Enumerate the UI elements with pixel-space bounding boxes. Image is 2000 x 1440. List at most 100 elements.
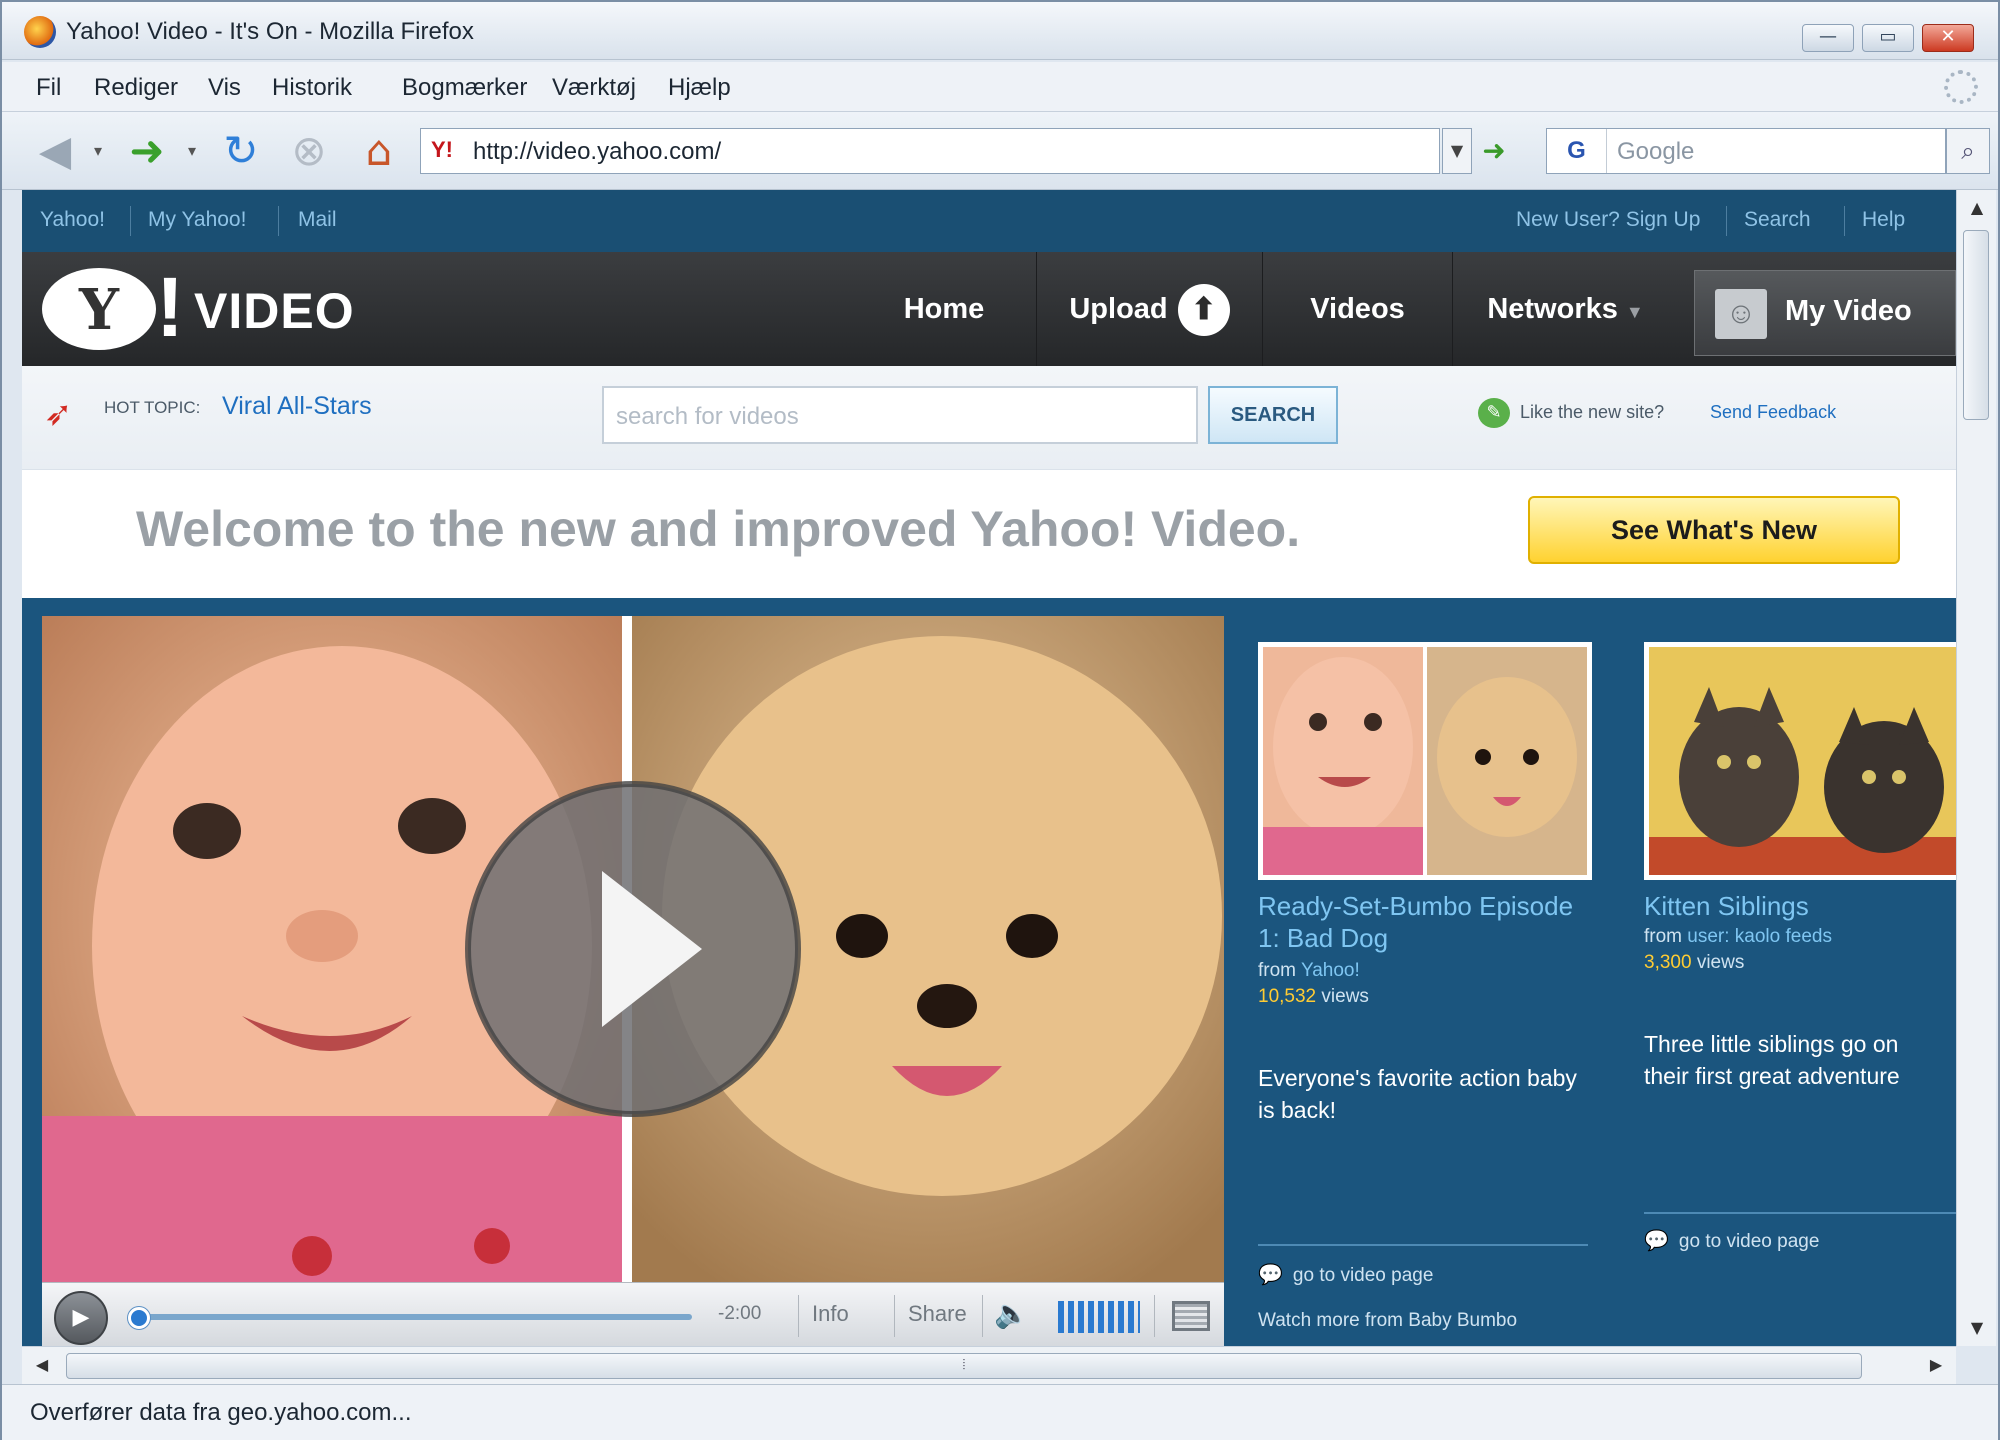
close-button[interactable]: ✕ (1922, 24, 1974, 52)
separator (1844, 206, 1845, 236)
go-to-video-page-link[interactable]: 💬 go to video page (1644, 1228, 1819, 1253)
featured-title-link[interactable]: Kitten Siblings (1644, 890, 1944, 922)
back-history-dropdown-icon[interactable]: ▾ (88, 128, 108, 174)
featured-title-link[interactable]: Ready-Set-Bumbo Episode 1: Bad Dog (1258, 890, 1588, 954)
nav-my-video-label: My Video (1785, 295, 1912, 327)
separator (1154, 1295, 1155, 1337)
progress-track[interactable] (132, 1314, 692, 1320)
info-button[interactable]: Info (812, 1301, 849, 1327)
address-bar[interactable]: Y! http://video.yahoo.com/ (420, 128, 1440, 174)
nav-networks[interactable]: Networks ▼ (1452, 252, 1678, 366)
scroll-down-arrow-icon[interactable]: ▼ (1957, 1310, 1997, 1346)
scroll-left-arrow-icon[interactable]: ◀ (22, 1347, 62, 1383)
reload-icon[interactable]: ↻ (214, 128, 268, 174)
fullscreen-icon[interactable] (1172, 1301, 1210, 1331)
upload-arrow-icon: ⬆ (1177, 284, 1230, 337)
yahoo-utility-bar: Yahoo! My Yahoo! Mail New User? Sign Up … (22, 190, 1956, 252)
menu-bookmarks[interactable]: Bogmærker (402, 74, 527, 102)
from-label: from (1258, 960, 1296, 981)
address-text[interactable]: http://video.yahoo.com/ (473, 138, 721, 166)
volume-slider[interactable] (1058, 1301, 1140, 1333)
watch-more-link[interactable]: Watch more from Baby Bumbo (1258, 1310, 1517, 1332)
separator (798, 1295, 799, 1337)
bumbo-thumbnail-image (1263, 647, 1587, 875)
menu-view[interactable]: Vis (208, 74, 241, 102)
address-history-dropdown-icon[interactable]: ▼ (1442, 128, 1472, 174)
go-arrow-icon[interactable]: ➜ (1476, 128, 1512, 174)
home-icon[interactable]: ⌂ (352, 128, 406, 174)
featured-description: Three little siblings go on their first … (1644, 1031, 1900, 1089)
yahoo-help-link[interactable]: Help (1862, 208, 1905, 232)
video-player[interactable]: ▶ -2:00 Info Share 🔈 (42, 616, 1224, 1346)
featured-source: from user: kaolo feeds (1644, 924, 1832, 950)
magnifier-search-icon[interactable]: ⌕ (1946, 128, 1990, 174)
horizontal-scroll-thumb[interactable]: ⦙ (66, 1353, 1862, 1379)
views-label: views (1696, 952, 1745, 973)
progress-scrubber[interactable] (128, 1307, 150, 1329)
go-to-video-page-link[interactable]: 💬 go to video page (1258, 1262, 1433, 1287)
my-yahoo-link[interactable]: My Yahoo! (148, 208, 246, 232)
activity-throbber-icon (1944, 70, 1978, 104)
back-arrow-icon[interactable]: ◀ (30, 128, 80, 174)
nav-videos[interactable]: Videos (1262, 252, 1452, 366)
send-feedback-link[interactable]: Send Feedback (1710, 402, 1836, 423)
yahoo-home-link[interactable]: Yahoo! (40, 208, 105, 232)
time-remaining: -2:00 (718, 1303, 762, 1324)
sign-up-link[interactable]: New User? Sign Up (1516, 208, 1700, 232)
maximize-button[interactable]: ▭ (1862, 24, 1914, 52)
chili-pepper-icon: ➶ (44, 394, 73, 434)
minimize-button[interactable]: — (1802, 24, 1854, 52)
nav-my-video[interactable]: ☺ My Video (1694, 270, 1956, 356)
see-whats-new-button[interactable]: See What's New (1528, 496, 1900, 564)
mail-link[interactable]: Mail (298, 208, 337, 232)
menu-tools[interactable]: Værktøj (552, 74, 636, 102)
web-search-input[interactable]: Google (1617, 138, 1694, 166)
menu-edit[interactable]: Rediger (94, 74, 178, 102)
menu-file[interactable]: Fil (36, 74, 61, 102)
source-link[interactable]: Yahoo! (1301, 960, 1360, 981)
search-button[interactable]: SEARCH (1208, 386, 1338, 444)
status-text: Overfører data fra geo.yahoo.com... (30, 1399, 412, 1426)
menu-help[interactable]: Hjælp (668, 74, 731, 102)
separator (1726, 206, 1727, 236)
speech-bubble-icon: 💬 (1258, 1264, 1283, 1286)
horizontal-scrollbar[interactable]: ◀ ⦙ ▶ (22, 1346, 1956, 1384)
yahoo-logo-y: Y (42, 268, 156, 350)
search-engine-selector[interactable]: G (1547, 129, 1607, 173)
vertical-scrollbar[interactable]: ▲ ▼ (1956, 190, 1996, 1346)
featured-thumbnail[interactable] (1644, 642, 1956, 880)
yahoo-search-link[interactable]: Search (1744, 208, 1811, 232)
featured-description: Everyone's favorite action baby is back! (1258, 1065, 1577, 1123)
play-icon[interactable]: ▶ (54, 1291, 108, 1345)
scroll-up-arrow-icon[interactable]: ▲ (1957, 190, 1997, 226)
from-label: from (1644, 926, 1682, 947)
yahoo-logo-bang: ! (156, 260, 184, 354)
forward-arrow-icon[interactable]: ➜ (120, 128, 174, 174)
source-link[interactable]: user: kaolo feeds (1687, 926, 1832, 947)
nav-networks-label: Networks (1487, 293, 1618, 325)
video-search-box[interactable]: search for videos (602, 386, 1198, 444)
forward-history-dropdown-icon[interactable]: ▾ (182, 128, 202, 174)
video-preview-image[interactable] (42, 616, 1224, 1282)
web-search-box[interactable]: G Google (1546, 128, 1946, 174)
nav-home[interactable]: Home (852, 252, 1036, 366)
separator (982, 1295, 983, 1337)
status-bar: Overfører data fra geo.yahoo.com... (2, 1384, 1998, 1440)
feedback-bubble-icon: ✎ (1478, 398, 1510, 428)
feedback-prompt: Like the new site? (1520, 402, 1665, 422)
yahoo-video-header: Y ! VIDEO Home Upload ⬆ Videos Networks ▼ … (22, 252, 1956, 366)
browser-window: Yahoo! Video - It's On - Mozilla Firefox… (0, 0, 2000, 1440)
stop-icon[interactable]: ⊗ (282, 128, 336, 174)
featured-thumbnail[interactable] (1258, 642, 1592, 880)
vertical-scroll-thumb[interactable] (1963, 230, 1989, 420)
video-search-input[interactable]: search for videos (616, 403, 799, 431)
hot-topic-link[interactable]: Viral All-Stars (222, 392, 372, 421)
separator (278, 206, 279, 236)
menu-history[interactable]: Historik (272, 74, 352, 102)
firefox-logo-icon (24, 16, 56, 48)
divider (1258, 1244, 1588, 1246)
scroll-right-arrow-icon[interactable]: ▶ (1916, 1347, 1956, 1383)
nav-upload[interactable]: Upload ⬆ (1036, 252, 1262, 366)
share-button[interactable]: Share (908, 1301, 967, 1327)
speaker-icon[interactable]: 🔈 (994, 1297, 1029, 1330)
